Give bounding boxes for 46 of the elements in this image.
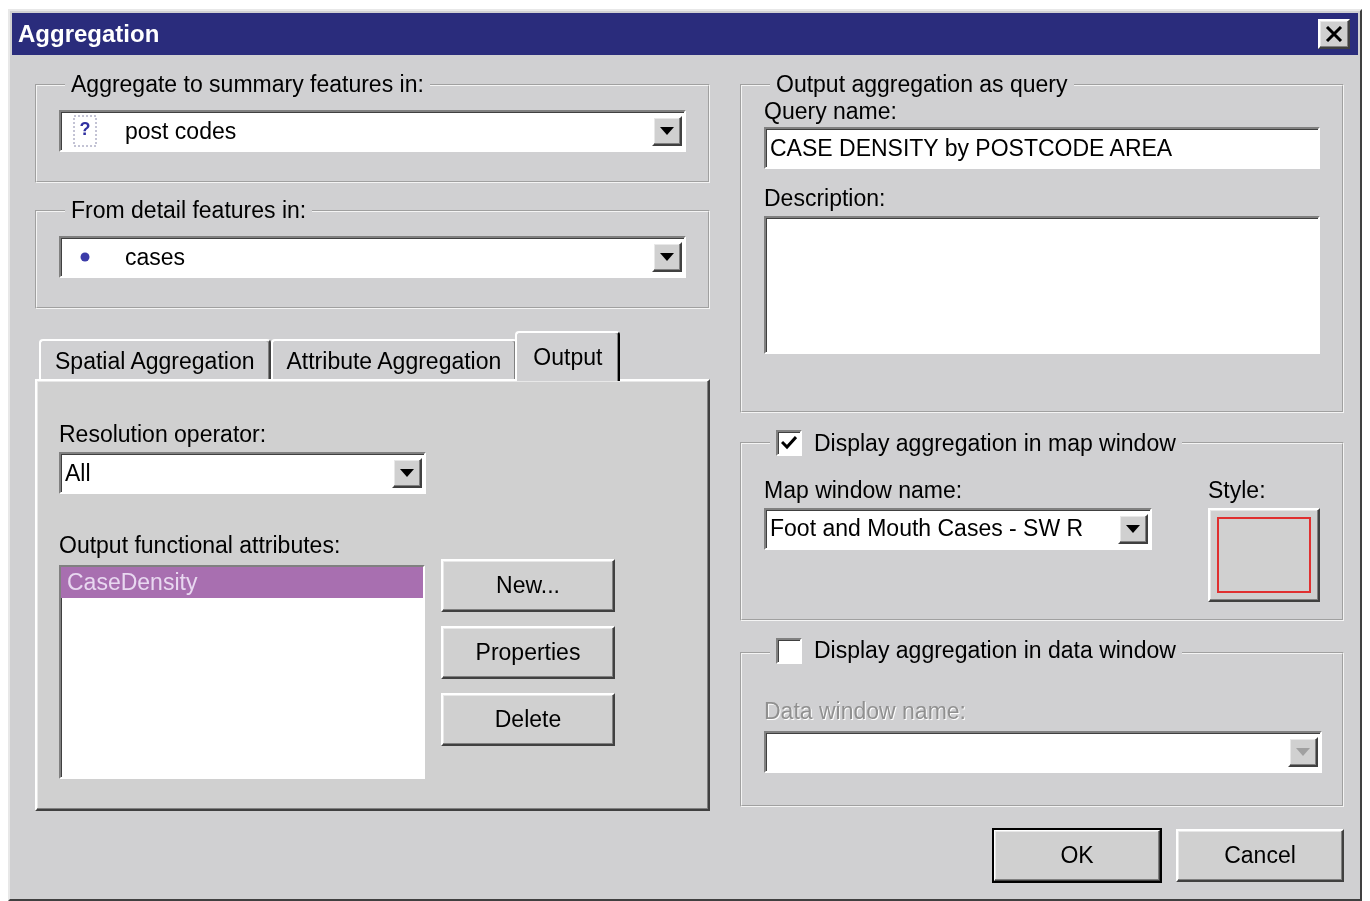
button[interactable]: New... bbox=[441, 559, 615, 612]
query-name-field[interactable]: CASE DENSITY by POSTCODE AREA bbox=[764, 127, 1320, 169]
style-swatch-icon bbox=[1217, 516, 1311, 593]
dropdown-field[interactable] bbox=[764, 730, 1322, 773]
point-layer-icon bbox=[80, 252, 90, 262]
dropdown-button[interactable] bbox=[652, 116, 682, 146]
caret-icon bbox=[400, 469, 414, 477]
description-field[interactable] bbox=[764, 216, 1320, 354]
caret-icon bbox=[1296, 747, 1310, 756]
field-label: Query name: bbox=[764, 98, 898, 125]
dropdown-field[interactable]: Foot and Mouth Cases - SW R bbox=[764, 507, 1152, 550]
field-label: Output functional attributes: bbox=[59, 532, 342, 559]
tab[interactable]: Spatial Aggregation bbox=[39, 339, 271, 381]
button[interactable]: OK bbox=[993, 829, 1161, 882]
checkbox-label: Display aggregation in map window bbox=[814, 429, 1176, 457]
tab[interactable]: Output bbox=[515, 331, 621, 381]
button[interactable]: Cancel bbox=[1176, 829, 1344, 882]
dropdown-field[interactable]: All bbox=[59, 452, 426, 494]
button[interactable]: Properties bbox=[441, 626, 615, 679]
unknown-layer-icon: ? bbox=[73, 115, 97, 147]
caret-icon bbox=[1126, 524, 1140, 533]
check-mark-icon bbox=[781, 436, 797, 450]
dropdown-field[interactable]: cases bbox=[59, 236, 686, 278]
field-label: Description: bbox=[764, 185, 887, 212]
group-label: Output aggregation as query bbox=[776, 71, 1068, 97]
caret-icon bbox=[660, 253, 674, 261]
caret-icon bbox=[660, 127, 674, 135]
dropdown-button[interactable] bbox=[1288, 736, 1318, 767]
field-label: Data window name: bbox=[764, 697, 967, 725]
group-label: From detail features in: bbox=[71, 197, 307, 223]
dropdown-button[interactable] bbox=[1118, 513, 1148, 544]
field-label: Map window name: bbox=[764, 476, 964, 504]
checkbox-label: Display aggregation in data window bbox=[814, 637, 1176, 664]
tab[interactable]: Attribute Aggregation bbox=[270, 339, 518, 381]
style-button[interactable] bbox=[1208, 507, 1320, 602]
group-label: Aggregate to summary features in: bbox=[71, 71, 424, 97]
dropdown-field[interactable]: ? post codes bbox=[59, 110, 686, 152]
checkbox[interactable] bbox=[776, 430, 802, 456]
dropdown-button[interactable] bbox=[392, 458, 422, 488]
close-button[interactable] bbox=[1318, 19, 1350, 49]
window-title: Aggregation bbox=[18, 20, 160, 48]
field-label: Style: bbox=[1208, 476, 1267, 504]
field-label: Resolution operator: bbox=[59, 421, 268, 448]
dropdown-button[interactable] bbox=[652, 242, 682, 272]
button[interactable]: Delete bbox=[441, 693, 615, 746]
close-icon bbox=[1325, 26, 1343, 42]
